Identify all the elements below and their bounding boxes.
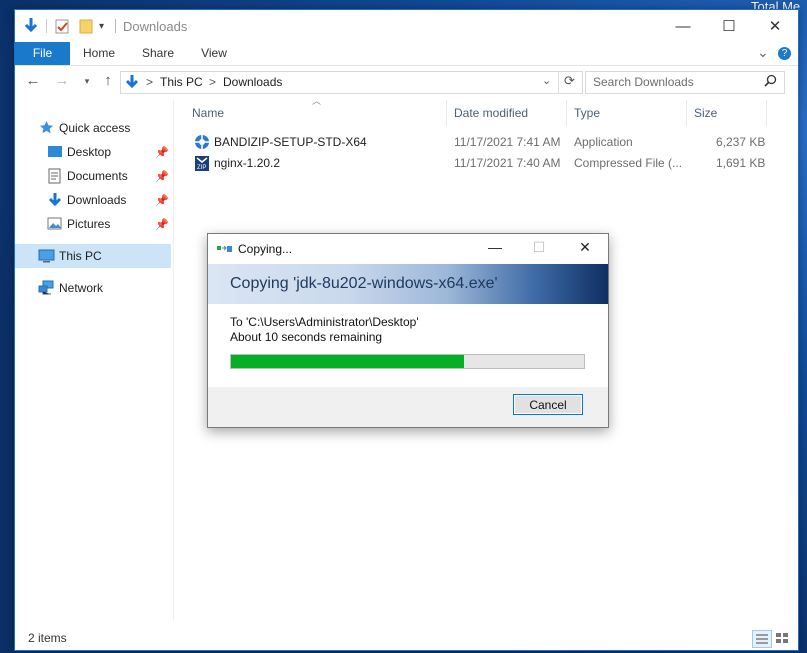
sidebar-item-pictures[interactable]: Pictures 📌 xyxy=(15,212,171,236)
progress-fill xyxy=(231,355,464,368)
close-button[interactable]: ✕ xyxy=(752,10,798,42)
column-header-type[interactable]: Type xyxy=(567,100,687,126)
sidebar-item-label: Documents xyxy=(67,169,128,183)
downloads-arrow-icon[interactable] xyxy=(23,17,39,35)
tab-home[interactable]: Home xyxy=(73,42,125,65)
computer-icon xyxy=(38,249,55,265)
address-dropdown-icon[interactable]: ⌄ xyxy=(542,74,551,87)
sidebar-item-label: Downloads xyxy=(67,193,127,207)
file-type: Compressed File (... xyxy=(574,156,683,170)
address-download-icon xyxy=(125,74,139,93)
file-size: 6,237 KB xyxy=(716,135,766,149)
progress-bar xyxy=(230,354,585,369)
time-remaining: About 10 seconds remaining xyxy=(230,330,383,344)
pin-icon[interactable]: 📌 xyxy=(155,170,169,183)
back-arrow-icon[interactable]: ← xyxy=(24,72,42,90)
status-bar: 2 items xyxy=(15,626,798,650)
forward-arrow-icon[interactable]: → xyxy=(53,72,71,90)
ribbon-tabs: File Home Share View ⌄ ? xyxy=(15,42,798,66)
search-input[interactable]: Search Downloads xyxy=(593,75,694,89)
copy-progress-dialog: Copying... — ☐ ✕ Copying 'jdk-8u202-wind… xyxy=(207,233,609,428)
file-date: 11/17/2021 7:41 AM xyxy=(454,135,561,149)
navigation-bar: ← → ▾ ↑ > This PC > Downloads ⌄ ⟳ Search… xyxy=(15,66,798,98)
pin-icon[interactable]: 📌 xyxy=(155,146,169,159)
sidebar-item-label: Desktop xyxy=(67,145,112,159)
recent-locations-icon[interactable]: ▾ xyxy=(78,72,96,90)
dialog-maximize-button: ☐ xyxy=(532,239,546,255)
large-icons-view-icon[interactable] xyxy=(773,630,791,646)
window-title: Downloads xyxy=(123,19,188,34)
cancel-button[interactable]: Cancel xyxy=(513,394,583,415)
breadcrumb-this-pc[interactable]: This PC xyxy=(160,75,203,89)
title-bar: ▾ Downloads — ☐ ✕ xyxy=(15,10,798,42)
tab-file[interactable]: File xyxy=(15,42,70,65)
pin-icon[interactable]: 📌 xyxy=(155,194,169,207)
dialog-title: Copying... xyxy=(238,242,293,256)
zip-archive-icon: ZIP xyxy=(194,155,210,175)
file-size: 1,691 KB xyxy=(716,156,766,170)
item-count: 2 items xyxy=(28,631,67,645)
desktop-folder-icon xyxy=(47,145,63,161)
customize-toolbar-icon[interactable]: ▾ xyxy=(99,17,104,35)
dialog-body: To 'C:\Users\Administrator\Desktop' Abou… xyxy=(208,304,608,387)
sidebar-item-network[interactable]: Network xyxy=(15,276,171,300)
column-header-size[interactable]: Size xyxy=(687,100,767,126)
star-icon xyxy=(39,120,55,136)
sidebar-item-desktop[interactable]: Desktop 📌 xyxy=(15,140,171,164)
minimize-button[interactable]: — xyxy=(660,10,706,42)
breadcrumb-chevron-icon[interactable]: > xyxy=(209,75,216,89)
dialog-heading: Copying 'jdk-8u202-windows-x64.exe' xyxy=(230,275,498,292)
network-icon xyxy=(38,280,54,296)
file-date: 11/17/2021 7:40 AM xyxy=(454,156,561,170)
documents-icon xyxy=(48,168,64,184)
table-row[interactable]: ZIP nginx-1.20.2 11/17/2021 7:40 AM Comp… xyxy=(174,153,774,174)
file-name: BANDIZIP-SETUP-STD-X64 xyxy=(214,135,367,149)
pictures-icon xyxy=(47,217,63,233)
sidebar-item-label: Network xyxy=(59,281,104,295)
dialog-title-bar: Copying... — ☐ ✕ xyxy=(208,234,608,264)
sidebar-item-downloads[interactable]: Downloads 📌 xyxy=(15,188,171,212)
title-divider xyxy=(115,19,116,33)
table-row[interactable]: BANDIZIP-SETUP-STD-X64 11/17/2021 7:41 A… xyxy=(174,132,774,153)
dialog-minimize-button[interactable]: — xyxy=(480,239,510,259)
qa-divider xyxy=(46,19,47,33)
up-arrow-icon[interactable]: ↑ xyxy=(99,72,117,90)
new-folder-icon[interactable] xyxy=(79,17,93,35)
address-bar[interactable]: > This PC > Downloads ⌄ ⟳ xyxy=(120,71,583,94)
column-header-date[interactable]: Date modified xyxy=(447,100,567,126)
installer-icon xyxy=(194,134,210,153)
tab-view[interactable]: View xyxy=(190,42,238,65)
breadcrumb-chevron-icon[interactable]: > xyxy=(146,75,153,89)
svg-text:ZIP: ZIP xyxy=(197,165,206,171)
expand-ribbon-icon[interactable]: ⌄ xyxy=(757,44,769,61)
sidebar-item-documents[interactable]: Documents 📌 xyxy=(15,164,171,188)
properties-icon[interactable] xyxy=(55,17,70,35)
sidebar-item-quick-access[interactable]: Quick access xyxy=(15,116,171,140)
help-icon[interactable]: ? xyxy=(778,47,791,60)
tab-share[interactable]: Share xyxy=(133,42,183,65)
sidebar-item-label: Quick access xyxy=(59,121,131,135)
sidebar-item-label: Pictures xyxy=(67,217,111,231)
dialog-banner: Copying 'jdk-8u202-windows-x64.exe' xyxy=(208,264,608,304)
maximize-button[interactable]: ☐ xyxy=(706,10,752,42)
pin-icon[interactable]: 📌 xyxy=(155,218,169,231)
dialog-close-button[interactable]: ✕ xyxy=(570,239,600,259)
search-box[interactable]: Search Downloads xyxy=(585,71,785,94)
breadcrumb-downloads[interactable]: Downloads xyxy=(223,75,282,89)
navigation-pane: Quick access Desktop 📌 Documents 📌 Downl… xyxy=(15,100,173,620)
file-name: nginx-1.20.2 xyxy=(214,156,281,170)
sidebar-item-this-pc[interactable]: This PC xyxy=(15,244,171,268)
copy-destination: To 'C:\Users\Administrator\Desktop' xyxy=(230,315,419,329)
sidebar-item-label: This PC xyxy=(59,249,102,263)
search-icon[interactable] xyxy=(764,74,777,91)
column-header-name[interactable]: Name xyxy=(174,100,447,126)
download-arrow-icon xyxy=(48,192,64,208)
details-view-icon[interactable] xyxy=(752,630,772,648)
address-divider xyxy=(558,72,559,93)
copy-arrow-icon xyxy=(217,243,233,258)
refresh-icon[interactable]: ⟳ xyxy=(564,73,575,89)
file-type: Application xyxy=(574,135,633,149)
